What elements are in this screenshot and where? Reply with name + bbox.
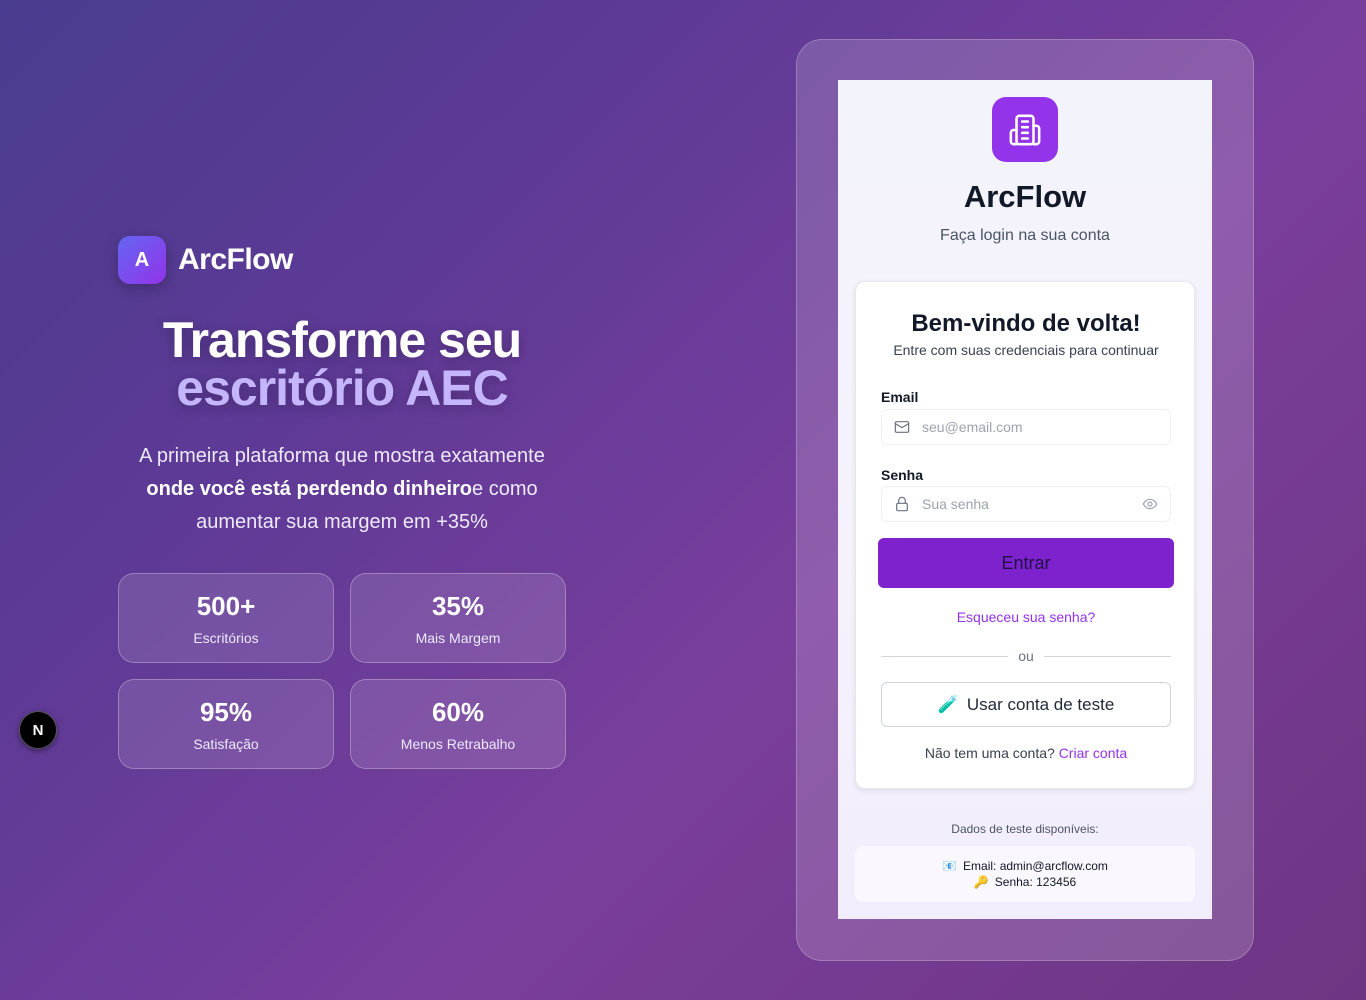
show-password-icon[interactable] (1130, 496, 1170, 512)
stat-value: 35% (431, 590, 485, 621)
test-email-row: 📧 Email: admin@arcflow.com (942, 859, 1108, 873)
stat-label: Mais Margem (415, 629, 501, 646)
test-account-button[interactable]: 🧪 Usar conta de teste (881, 682, 1171, 727)
brand: A ArcFlow (118, 236, 566, 284)
divider-line (1043, 655, 1172, 657)
stat-card: 95% Satisfação (118, 679, 334, 769)
stat-value: 500+ (196, 590, 256, 621)
dev-tools-badge[interactable]: N (19, 711, 57, 749)
stat-label: Satisfação (193, 735, 259, 752)
test-data-box: 📧 Email: admin@arcflow.com 🔑 Senha: 1234… (855, 846, 1195, 902)
stat-value: 95% (199, 696, 253, 727)
test-account-label: Usar conta de teste (966, 694, 1115, 714)
marketing-section: A ArcFlow Transforme seu escritório AEC … (118, 236, 566, 769)
stat-card: 60% Menos Retrabalho (350, 679, 566, 769)
divider-line (881, 655, 1009, 657)
key-icon: 🔑 (973, 875, 989, 889)
card-title: Bem-vindo de volta! (911, 310, 1141, 337)
signup-prompt-text: Não tem uma conta? (924, 745, 1055, 761)
stats-grid: 500+ Escritórios 35% Mais Margem 95% Sat… (118, 573, 566, 769)
hero-desc-pre: A primeira plataforma que mostra exatame… (139, 445, 545, 467)
email-field-wrapper (881, 409, 1171, 445)
brand-name: ArcFlow (178, 243, 293, 276)
email-field[interactable] (922, 410, 1170, 444)
test-password-text: Senha: 123456 (994, 875, 1077, 889)
mail-icon (882, 419, 922, 435)
app-title: ArcFlow (963, 179, 1087, 214)
stat-value: 60% (431, 696, 485, 727)
test-data-title: Dados de teste disponíveis: (951, 822, 1099, 836)
login-panel: ArcFlow Faça login na sua conta Bem-vind… (838, 80, 1212, 919)
email-label: Email (881, 389, 919, 405)
hero-headline-line1: Transforme seu (162, 312, 522, 368)
test-tube-icon: 🧪 (937, 694, 959, 714)
login-card: Bem-vindo de volta! Entre com suas crede… (855, 281, 1195, 789)
stat-label: Escritórios (193, 629, 259, 646)
building-icon (992, 97, 1058, 162)
hero-headline: Transforme seu escritório AEC (118, 312, 566, 416)
hero-description: A primeira plataforma que mostra exatame… (118, 440, 566, 539)
create-account-link[interactable]: Criar conta (1059, 745, 1127, 761)
app-subtitle: Faça login na sua conta (940, 227, 1110, 244)
hero-desc-bold: onde você está perdendo dinheiro (146, 478, 473, 500)
card-subtitle: Entre com suas credenciais para continua… (893, 342, 1159, 358)
stat-label: Menos Retrabalho (400, 735, 516, 752)
password-field[interactable] (922, 487, 1130, 521)
login-button[interactable]: Entrar (878, 538, 1174, 588)
email-emoji-icon: 📧 (942, 859, 958, 873)
password-field-wrapper (881, 486, 1171, 522)
stat-card: 500+ Escritórios (118, 573, 334, 663)
divider-text: ou (1018, 648, 1034, 664)
test-email-text: Email: admin@arcflow.com (963, 859, 1108, 873)
brand-logo: A (118, 236, 166, 284)
signup-prompt: Não tem uma conta? Criar conta (856, 745, 1196, 761)
password-label: Senha (881, 467, 924, 483)
test-password-row: 🔑 Senha: 123456 (974, 875, 1076, 889)
lock-icon (882, 496, 922, 512)
hero-headline-line2: escritório AEC (176, 360, 508, 416)
forgot-password-link[interactable]: Esqueceu sua senha? (856, 609, 1196, 625)
stat-card: 35% Mais Margem (350, 573, 566, 663)
or-divider: ou (881, 648, 1172, 664)
